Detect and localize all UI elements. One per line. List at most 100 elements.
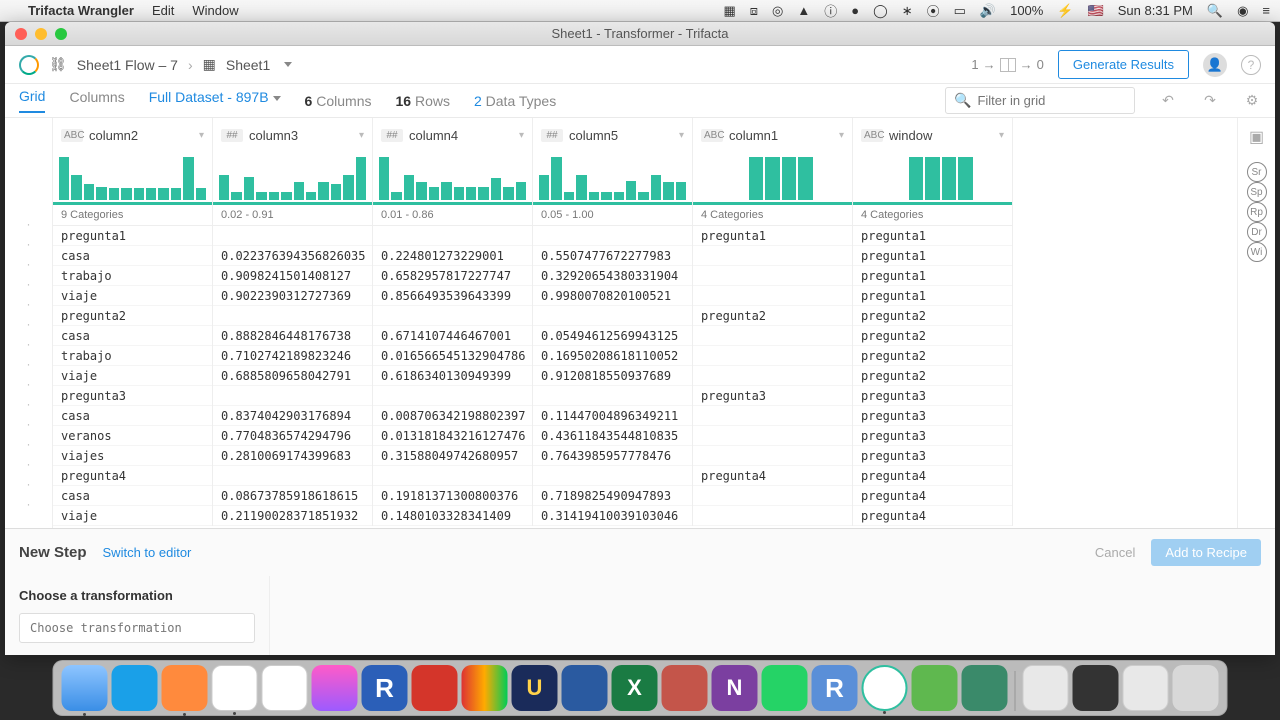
- dock-app-onenote[interactable]: N: [712, 665, 758, 711]
- column-histogram[interactable]: [533, 152, 692, 202]
- row-indicator[interactable]: ·: [5, 254, 52, 274]
- recipe-step-badge[interactable]: Wi: [1247, 242, 1267, 262]
- dock-app-trifacta[interactable]: [862, 665, 908, 711]
- grid-cell[interactable]: viaje: [53, 366, 212, 386]
- dock-app[interactable]: [462, 665, 508, 711]
- grid-cell[interactable]: trabajo: [53, 266, 212, 286]
- recipe-step-badge[interactable]: Dr: [1247, 222, 1267, 242]
- trifacta-logo-icon[interactable]: [19, 55, 39, 75]
- breadcrumb-dropdown-icon[interactable]: [284, 62, 292, 67]
- row-indicator[interactable]: ·: [5, 214, 52, 234]
- grid-cell[interactable]: pregunta3: [853, 426, 1012, 446]
- dock-folder[interactable]: [1023, 665, 1069, 711]
- dock-app[interactable]: [112, 665, 158, 711]
- grid-cell[interactable]: 0.022376394356826035: [213, 246, 372, 266]
- grid-cell[interactable]: pregunta3: [853, 386, 1012, 406]
- grid-cell[interactable]: [693, 286, 852, 306]
- grid-cell[interactable]: 0.008706342198802397: [373, 406, 532, 426]
- cancel-button[interactable]: Cancel: [1095, 545, 1135, 560]
- dock-app-notes[interactable]: [262, 665, 308, 711]
- column-name[interactable]: column1: [729, 128, 833, 143]
- grid-cell[interactable]: 0.224801273229001: [373, 246, 532, 266]
- grid-cell[interactable]: pregunta4: [853, 486, 1012, 506]
- grid-cell[interactable]: pregunta3: [853, 446, 1012, 466]
- dock-app-finder[interactable]: [62, 665, 108, 711]
- grid-cell[interactable]: 0.2810069174399683: [213, 446, 372, 466]
- window-close-button[interactable]: [15, 28, 27, 40]
- grid-cell[interactable]: casa: [53, 406, 212, 426]
- grid-cell[interactable]: [373, 226, 532, 246]
- grid-cell[interactable]: veranos: [53, 426, 212, 446]
- app-name[interactable]: Trifacta Wrangler: [28, 3, 134, 18]
- grid-cell[interactable]: 0.7704836574294796: [213, 426, 372, 446]
- dock-app-whatsapp[interactable]: [762, 665, 808, 711]
- grid-cell[interactable]: [533, 306, 692, 326]
- grid-cell[interactable]: 0.19181371300800376: [373, 486, 532, 506]
- recipe-step-badge[interactable]: Sr: [1247, 162, 1267, 182]
- column-menu-icon[interactable]: ▾: [999, 130, 1004, 141]
- grid-cell[interactable]: 0.6186340130949399: [373, 366, 532, 386]
- grid-cell[interactable]: [533, 466, 692, 486]
- macos-dock[interactable]: R U X N R: [53, 660, 1228, 716]
- column-name[interactable]: window: [889, 128, 993, 143]
- grid-cell[interactable]: 0.5507477672277983: [533, 246, 692, 266]
- column-histogram[interactable]: [853, 152, 1012, 202]
- grid-cell[interactable]: 0.6714107446467001: [373, 326, 532, 346]
- grid-cell[interactable]: casa: [53, 326, 212, 346]
- dock-app-excel[interactable]: X: [612, 665, 658, 711]
- user-avatar[interactable]: 👤: [1203, 53, 1227, 77]
- column-histogram[interactable]: [693, 152, 852, 202]
- dock-app[interactable]: [962, 665, 1008, 711]
- grid-cell[interactable]: pregunta2: [853, 326, 1012, 346]
- grid-filter[interactable]: 🔍: [945, 87, 1135, 114]
- grid-cell[interactable]: pregunta2: [853, 366, 1012, 386]
- info-icon[interactable]: ⓘ: [824, 1, 837, 20]
- grid-cell[interactable]: viajes: [53, 446, 212, 466]
- grid-cell[interactable]: 0.8374042903176894: [213, 406, 372, 426]
- grid-cell[interactable]: pregunta1: [853, 286, 1012, 306]
- redo-button[interactable]: ↷: [1201, 92, 1219, 110]
- grid-cell[interactable]: 0.31419410039103046: [533, 506, 692, 526]
- tab-grid[interactable]: Grid: [19, 88, 45, 113]
- row-indicator[interactable]: ·: [5, 334, 52, 354]
- grid-cell[interactable]: [533, 386, 692, 406]
- grid-cell[interactable]: pregunta3: [853, 406, 1012, 426]
- grid-cell[interactable]: [693, 266, 852, 286]
- dock-folder[interactable]: [1123, 665, 1169, 711]
- grid-cell[interactable]: pregunta2: [693, 306, 852, 326]
- volume-icon[interactable]: 🔊: [980, 3, 996, 19]
- recipe-step-badge[interactable]: Sp: [1247, 182, 1267, 202]
- grid-cell[interactable]: pregunta4: [693, 466, 852, 486]
- grid-cell[interactable]: viaje: [53, 286, 212, 306]
- column-menu-icon[interactable]: ▾: [839, 130, 844, 141]
- grid-cell[interactable]: [213, 226, 372, 246]
- bluetooth-icon[interactable]: ∗: [902, 3, 913, 19]
- grid-cell[interactable]: 0.9980070820100521: [533, 286, 692, 306]
- grid-cell[interactable]: 0.016566545132904786: [373, 346, 532, 366]
- dock-app-chrome[interactable]: [212, 665, 258, 711]
- column-histogram[interactable]: [213, 152, 372, 202]
- switch-to-editor-link[interactable]: Switch to editor: [103, 545, 192, 560]
- dock-app-atom[interactable]: [912, 665, 958, 711]
- grid-cell[interactable]: 0.16950208618110052: [533, 346, 692, 366]
- row-indicator[interactable]: ·: [5, 274, 52, 294]
- grid-cell[interactable]: [213, 306, 372, 326]
- choose-transformation-input[interactable]: [19, 613, 255, 643]
- grid-cell[interactable]: [533, 226, 692, 246]
- grid-cell[interactable]: [693, 506, 852, 526]
- grid-cell[interactable]: [693, 426, 852, 446]
- grid-cell[interactable]: 0.1480103328341409: [373, 506, 532, 526]
- flag-icon[interactable]: 🇺🇸: [1088, 3, 1104, 19]
- status-icon[interactable]: ◎: [772, 3, 783, 19]
- grid-cell[interactable]: viaje: [53, 506, 212, 526]
- grid-cell[interactable]: 0.8882846448176738: [213, 326, 372, 346]
- recipe-step-badge[interactable]: Rp: [1247, 202, 1267, 222]
- grid-cell[interactable]: pregunta3: [53, 386, 212, 406]
- status-icon[interactable]: ◯: [873, 3, 888, 19]
- row-indicator[interactable]: ·: [5, 434, 52, 454]
- dock-app[interactable]: [412, 665, 458, 711]
- grid-cell[interactable]: 0.08673785918618615: [213, 486, 372, 506]
- column-menu-icon[interactable]: ▾: [199, 130, 204, 141]
- grid-cell[interactable]: 0.9022390312727369: [213, 286, 372, 306]
- grid-cell[interactable]: [693, 326, 852, 346]
